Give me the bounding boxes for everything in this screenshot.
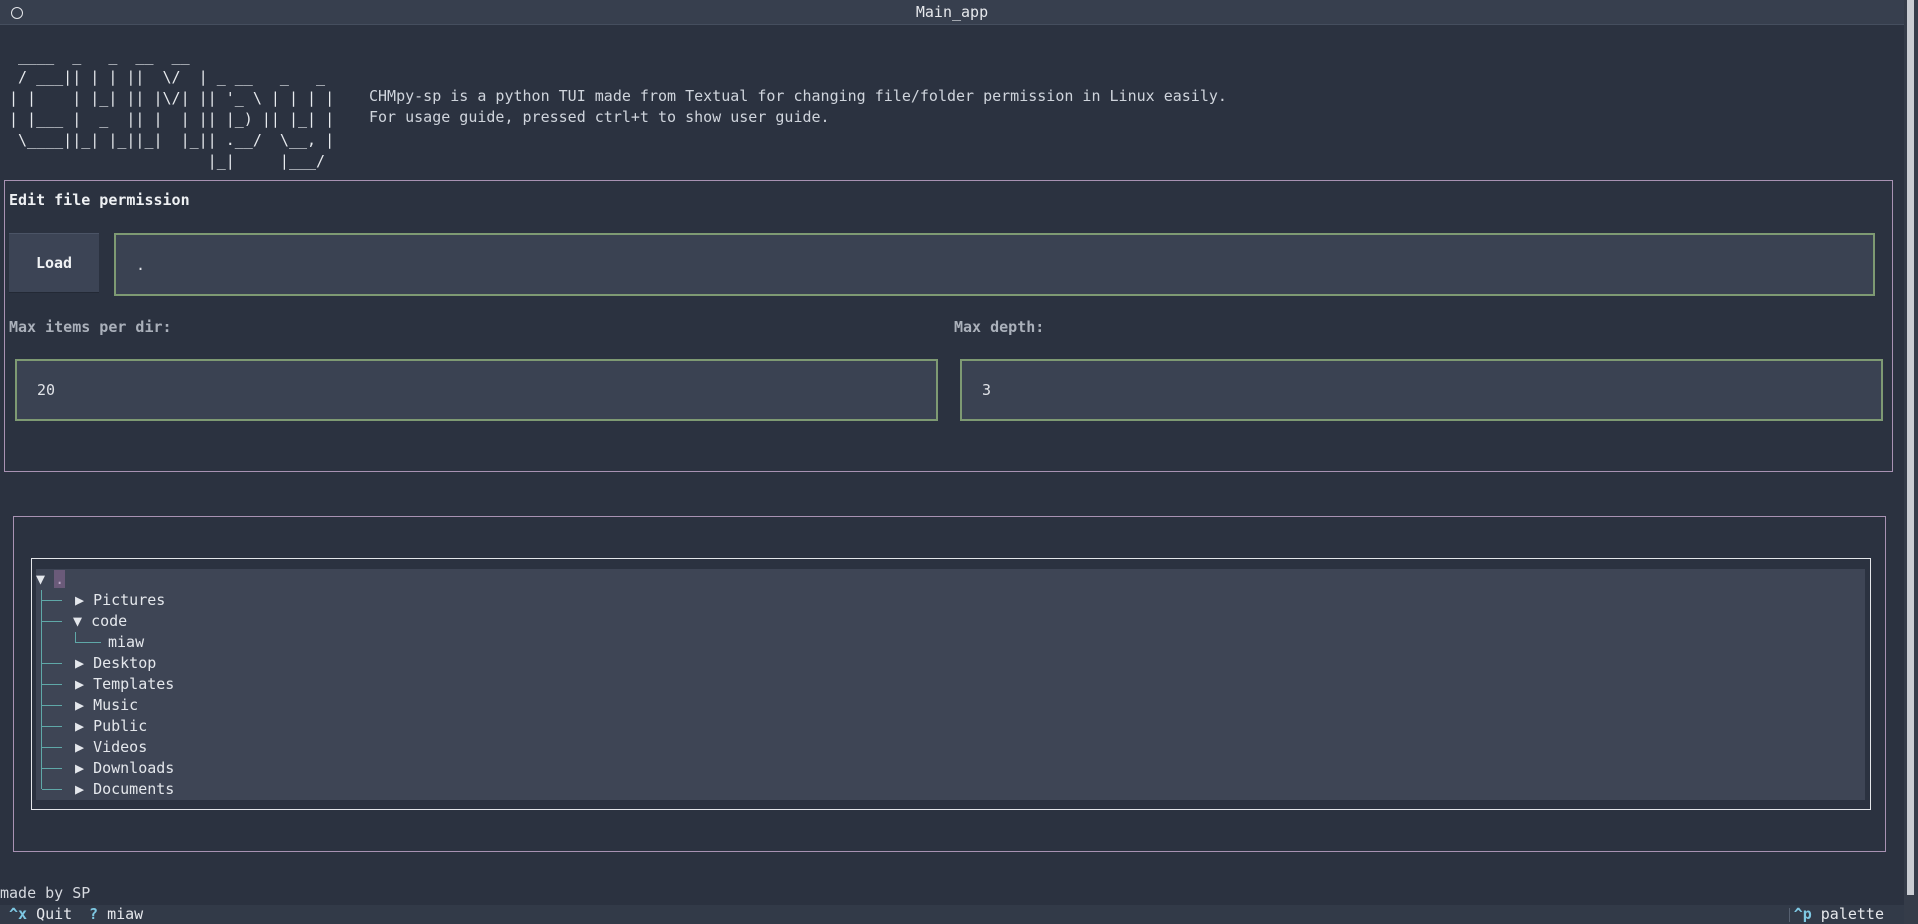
max-depth-input[interactable]: 3 — [960, 359, 1883, 421]
tree-guide-branch — [42, 663, 62, 664]
scrollbar-thumb[interactable] — [1907, 0, 1914, 895]
description-line-2: For usage guide, pressed ctrl+t to show … — [369, 108, 830, 126]
help-key: ? — [89, 905, 99, 923]
max-depth-label: Max depth: — [954, 318, 1045, 336]
tree-guide-branch — [42, 789, 62, 790]
window-title: Main_app — [915, 3, 989, 21]
tree-node-desktop[interactable]: ▶ Desktop — [75, 653, 156, 674]
tree-node-videos[interactable]: ▶ Videos — [75, 737, 147, 758]
tree-guide-branch — [42, 726, 62, 727]
tree-node-label: Downloads — [93, 759, 175, 777]
tree-guide-branch — [42, 705, 62, 706]
section-title: Edit file permission — [9, 191, 190, 209]
path-input[interactable]: . — [114, 233, 1875, 296]
chevron-right-icon[interactable]: ▶ — [75, 717, 84, 735]
chevron-down-icon[interactable]: ▼ — [73, 612, 82, 630]
chevron-right-icon[interactable]: ▶ — [75, 780, 84, 798]
load-button[interactable]: Load — [9, 233, 99, 293]
chevron-right-icon[interactable]: ▶ — [75, 759, 84, 777]
palette-label: palette — [1820, 905, 1884, 923]
tree-node-label: Desktop — [93, 654, 157, 672]
tree-node-templates[interactable]: ▶ Templates — [75, 674, 174, 695]
footer-divider — [1789, 908, 1790, 922]
tree-node-public[interactable]: ▶ Public — [75, 716, 147, 737]
chevron-right-icon[interactable]: ▶ — [75, 654, 84, 672]
description-line-1: CHMpy-sp is a python TUI made from Textu… — [369, 87, 1227, 105]
quit-key: ^x — [9, 905, 28, 923]
tree-node-documents[interactable]: ▶ Documents — [75, 779, 174, 800]
tree-node-label: miaw — [108, 633, 145, 651]
tree-node-code[interactable]: ▼ code — [73, 611, 127, 632]
ascii-logo: ____ _ _ __ __ / ___|| | | || \/ | _ __ … — [9, 47, 335, 170]
max-items-label: Max items per dir: — [9, 318, 172, 336]
chevron-down-icon[interactable]: ▼ — [36, 570, 45, 588]
tree-guide-child-branch — [75, 632, 101, 643]
tree-node-miaw[interactable]: miaw — [108, 632, 144, 653]
tree-guide-branch — [42, 600, 62, 601]
tree-node-music[interactable]: ▶ Music — [75, 695, 138, 716]
palette-binding[interactable]: ^p palette — [1794, 905, 1884, 924]
tree-node-label: Videos — [93, 738, 148, 756]
chevron-right-icon[interactable]: ▶ — [75, 675, 84, 693]
quit-label: Quit — [36, 905, 73, 923]
tree-guide-vertical — [41, 590, 42, 789]
chevron-right-icon[interactable]: ▶ — [75, 696, 84, 714]
max-items-input[interactable]: 20 — [15, 359, 938, 421]
tree-node-label: Music — [93, 696, 139, 714]
tree-node-pictures[interactable]: ▶ Pictures — [75, 590, 165, 611]
help-binding[interactable]: ? miaw — [89, 905, 143, 924]
chevron-right-icon[interactable]: ▶ — [75, 738, 84, 756]
tree-root-node[interactable]: ▼ . — [36, 569, 66, 590]
vertical-scrollbar[interactable] — [1904, 0, 1918, 924]
help-label: miaw — [107, 905, 144, 923]
window-titlebar: Main_app — [0, 0, 1904, 25]
app-description: CHMpy-sp is a python TUI made from Textu… — [369, 86, 1227, 128]
tree-background — [36, 569, 1865, 800]
footer-bar: ^x Quit ? miaw ^p palette — [0, 905, 1904, 924]
tree-node-downloads[interactable]: ▶ Downloads — [75, 758, 174, 779]
tree-guide-branch — [42, 768, 62, 769]
palette-key: ^p — [1793, 905, 1812, 923]
tree-node-label: Documents — [93, 780, 175, 798]
tree-root-label: . — [54, 570, 66, 588]
tree-guide-branch — [42, 684, 62, 685]
quit-binding[interactable]: ^x Quit — [9, 905, 72, 924]
tree-guide-branch — [42, 747, 62, 748]
edit-permission-panel — [4, 180, 1893, 472]
made-by-text: made by SP — [0, 884, 91, 902]
chevron-right-icon[interactable]: ▶ — [75, 591, 84, 609]
tree-node-label: Pictures — [93, 591, 166, 609]
tree-node-label: Public — [93, 717, 148, 735]
tree-node-label: Templates — [93, 675, 175, 693]
tree-guide-branch — [42, 621, 62, 622]
tree-node-label: code — [91, 612, 128, 630]
